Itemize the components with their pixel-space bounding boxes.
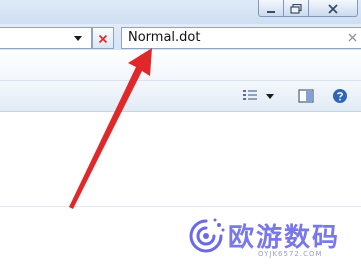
clear-icon[interactable] (346, 31, 358, 43)
view-options-icon[interactable] (242, 88, 258, 104)
search-input[interactable]: Normal.dot (121, 27, 361, 49)
command-bar (0, 50, 361, 81)
close-icon (328, 0, 338, 18)
divider (0, 206, 361, 207)
stop-icon (98, 29, 108, 48)
chevron-down-icon[interactable] (71, 32, 85, 44)
maximize-button[interactable] (283, 0, 309, 17)
address-row: Normal.dot (0, 24, 361, 50)
preview-pane-icon[interactable] (298, 88, 314, 104)
maximize-icon (290, 0, 302, 18)
watermark-logo (189, 218, 225, 253)
toolbar (0, 81, 361, 112)
chevron-down-icon[interactable] (264, 88, 276, 104)
stop-button[interactable] (92, 27, 114, 49)
explorer-window: Normal.dot 欧游数码 OYJK6572.COM (0, 0, 361, 265)
title-bar (0, 0, 361, 24)
help-icon[interactable] (332, 88, 348, 104)
watermark-title: 欧游数码 (228, 223, 341, 253)
minimize-button[interactable] (258, 0, 284, 17)
watermark-url: OYJK6572.COM (258, 250, 323, 258)
search-query: Normal.dot (128, 30, 201, 45)
minimize-icon (266, 0, 276, 18)
close-button[interactable] (308, 0, 358, 17)
address-bar[interactable] (0, 27, 92, 49)
watermark: 欧游数码 OYJK6572.COM (186, 214, 358, 262)
